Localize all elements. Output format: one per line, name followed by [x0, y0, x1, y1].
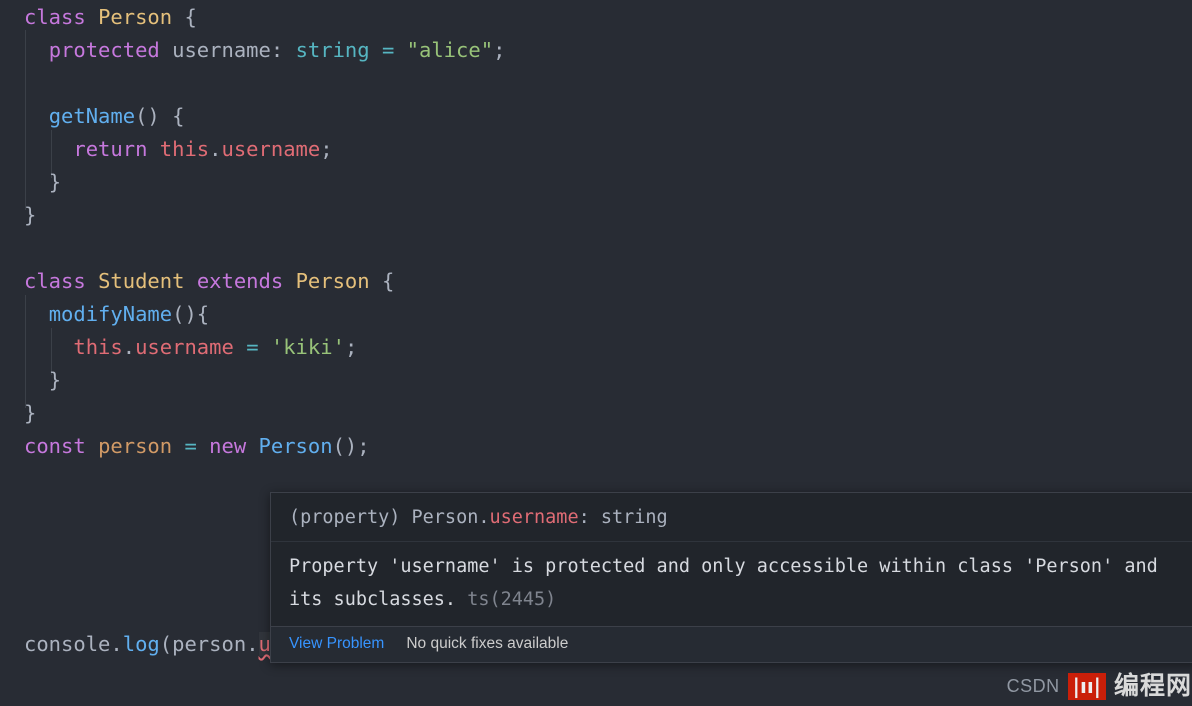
code-token: =: [184, 434, 197, 458]
watermark-brand: CSDN: [1006, 675, 1060, 696]
code-token: person: [98, 434, 173, 458]
code-token: Person: [98, 5, 173, 29]
code-line[interactable]: class Student extends Person {: [0, 265, 1192, 298]
code-token: Student: [98, 269, 185, 293]
code-line[interactable]: [0, 232, 1192, 265]
code-line[interactable]: const person = new Person();: [0, 430, 1192, 463]
code-token: console: [24, 632, 111, 656]
code-line[interactable]: class Person {: [0, 1, 1192, 34]
code-line[interactable]: modifyName(){: [0, 298, 1192, 331]
code-token: :: [270, 38, 296, 62]
code-token: extends: [196, 269, 284, 293]
hover-signature-property: username: [489, 507, 579, 528]
code-token: .: [209, 137, 222, 161]
code-line[interactable]: return this.username;: [0, 133, 1192, 166]
quick-fix-status: No quick fixes available: [406, 635, 569, 652]
code-token: username: [221, 137, 321, 161]
code-token: .: [246, 632, 259, 656]
code-token: this: [73, 335, 123, 359]
code-token: class: [24, 5, 86, 29]
code-editor: class Person { protected username: strin…: [0, 0, 1192, 706]
code-token: const: [24, 434, 86, 458]
code-line[interactable]: }: [0, 364, 1192, 397]
csdn-watermark: CSDN |ıı| 编程网: [1007, 672, 1192, 700]
code-token: (){: [172, 302, 210, 326]
code-token: .: [110, 632, 123, 656]
code-line[interactable]: }: [0, 199, 1192, 232]
code-token: string: [295, 38, 370, 62]
code-token: Person: [295, 269, 370, 293]
code-token: this: [159, 137, 210, 161]
hover-actions-bar: View Problem No quick fixes available: [271, 626, 1192, 662]
code-line[interactable]: [0, 67, 1192, 100]
watermark-logo-icon: |ıı|: [1067, 672, 1106, 700]
hover-signature: (property) Person.username: string: [271, 493, 1192, 542]
code-token: }: [24, 401, 37, 425]
code-line[interactable]: }: [0, 166, 1192, 199]
code-token: () {: [135, 104, 185, 128]
code-token: .: [122, 335, 136, 359]
hover-message-text: Property 'username' is protected and onl…: [289, 556, 1158, 610]
code-token: modifyName: [48, 302, 173, 326]
code-token: ();: [332, 434, 370, 458]
code-line[interactable]: protected username: string = "alice";: [0, 34, 1192, 67]
hover-signature-suffix: : string: [578, 507, 668, 528]
code-token: person: [172, 632, 247, 656]
code-token: }: [48, 170, 62, 194]
code-token: getName: [48, 104, 136, 128]
code-token: }: [48, 368, 62, 392]
view-problem-link[interactable]: View Problem: [289, 631, 384, 657]
code-token: return: [73, 137, 148, 161]
code-token: "alice": [406, 38, 494, 62]
code-token: username: [172, 38, 271, 62]
code-token: =: [381, 38, 395, 62]
code-token: ;: [493, 38, 506, 62]
code-token: }: [24, 203, 37, 227]
code-token: ;: [320, 137, 333, 161]
hover-tooltip: (property) Person.username: string Prope…: [270, 492, 1192, 663]
code-token: {: [184, 5, 197, 29]
code-token: 'kiki': [270, 335, 345, 359]
code-token: =: [246, 335, 259, 359]
code-line[interactable]: this.username = 'kiki';: [0, 331, 1192, 364]
code-token: protected: [48, 38, 160, 62]
code-token: (: [159, 632, 173, 656]
hover-signature-prefix: (property) Person.: [289, 507, 490, 528]
code-token: class: [24, 269, 86, 293]
code-token: ;: [344, 335, 358, 359]
code-line[interactable]: getName() {: [0, 100, 1192, 133]
hover-message: Property 'username' is protected and onl…: [271, 542, 1192, 626]
code-token: new: [209, 434, 247, 458]
hover-error-code: ts(2445): [467, 589, 557, 610]
code-token: log: [122, 632, 160, 656]
code-token: {: [381, 269, 395, 293]
code-line[interactable]: }: [0, 397, 1192, 430]
code-token: Person: [258, 434, 333, 458]
code-token: username: [135, 335, 234, 359]
watermark-site-name: 编程网: [1113, 671, 1192, 700]
